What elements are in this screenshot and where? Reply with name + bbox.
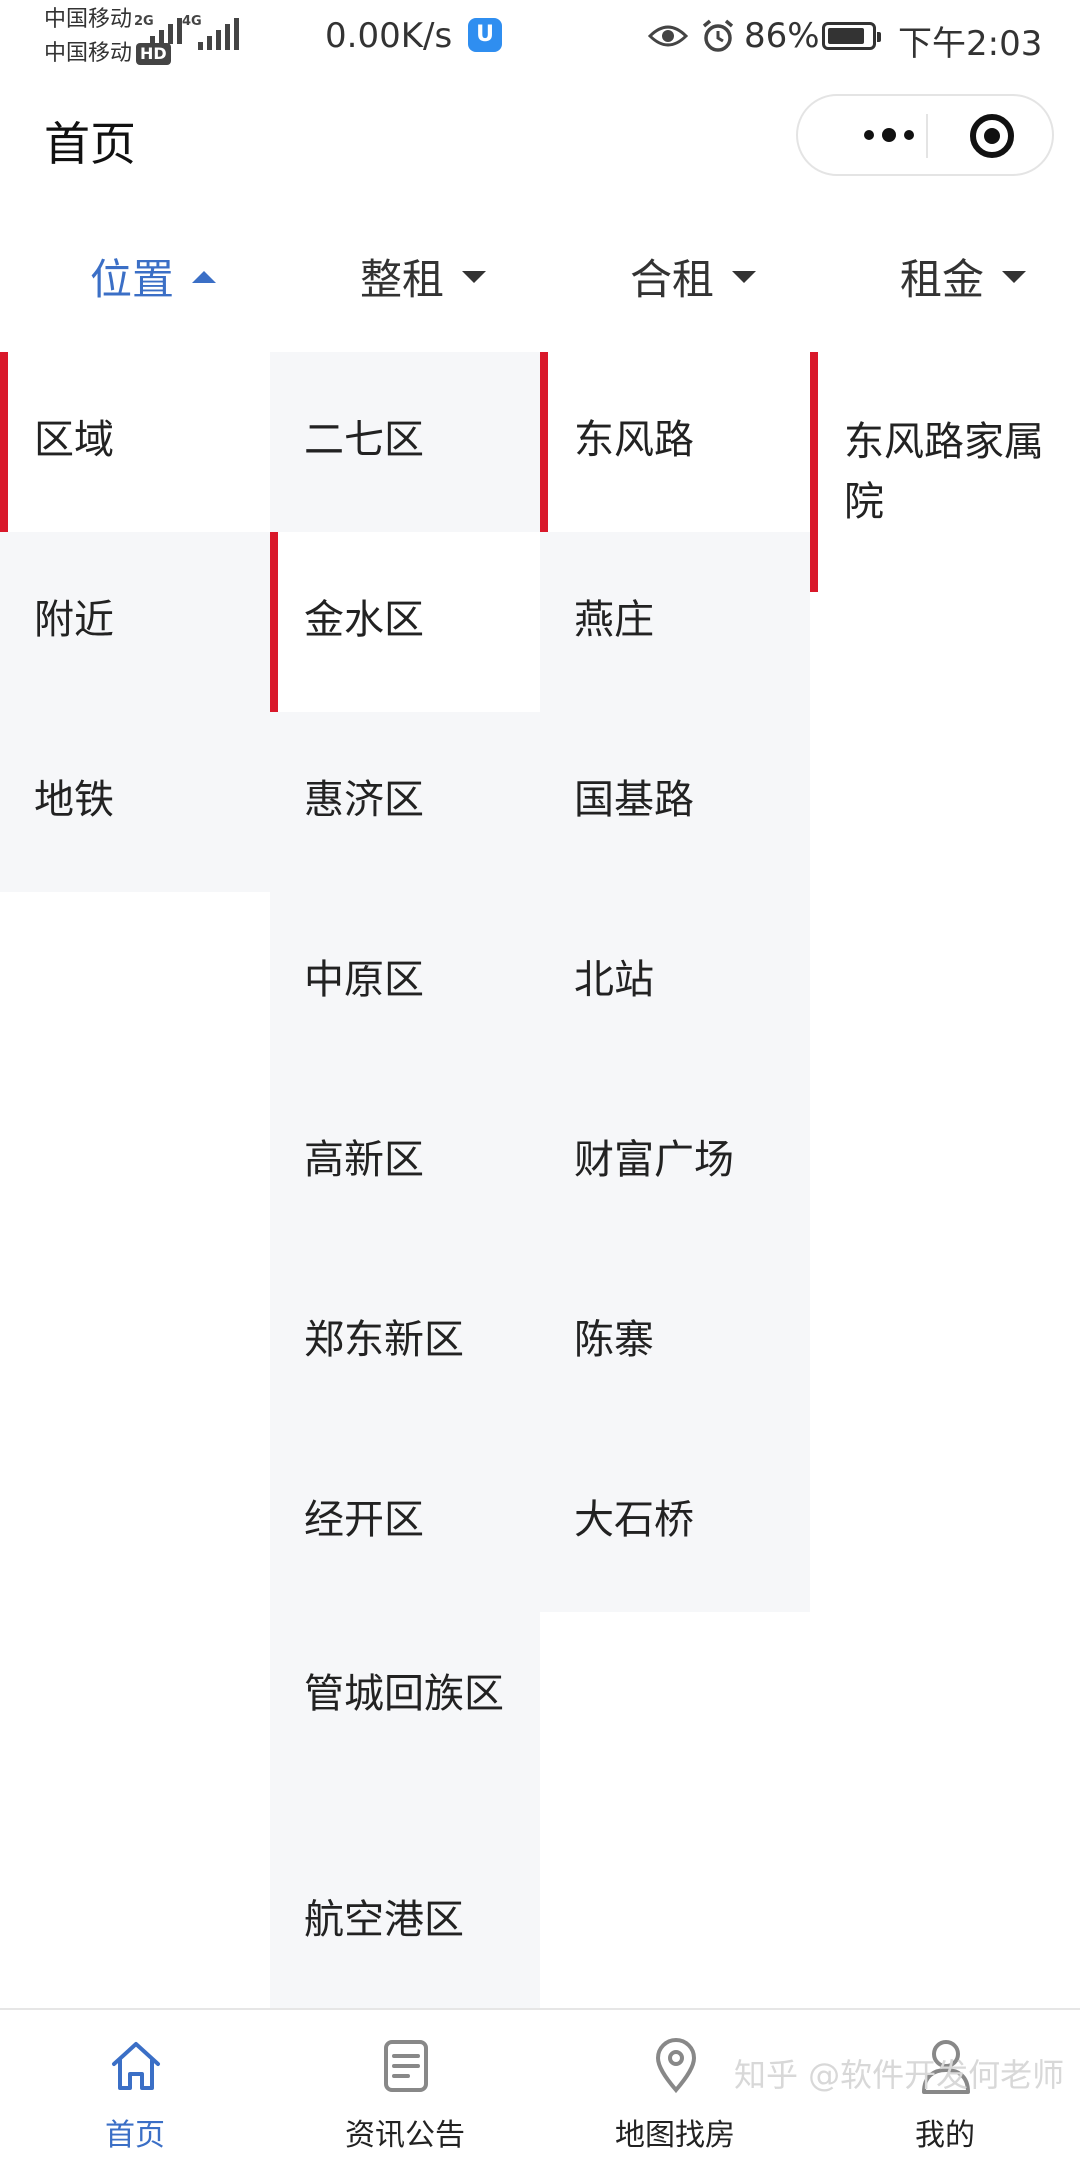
list-item[interactable]: 航空港区: [270, 1852, 540, 2032]
list-item[interactable]: 郑东新区: [270, 1252, 540, 1432]
signal-icon-2: 4G: [182, 14, 239, 50]
tab-news[interactable]: 资讯公告: [270, 2010, 540, 2160]
list-item[interactable]: 燕庄: [540, 532, 810, 712]
filter-label: 租金: [900, 255, 985, 304]
carrier-2: 中国移动 HD: [44, 40, 171, 68]
list-item[interactable]: 国基路: [540, 712, 810, 892]
watermark: 知乎 @软件开发何老师: [734, 2056, 1065, 2094]
district-list: 二七区 金水区 惠济区 中原区 高新区 郑东新区 经开区 管城回族区 航空港区: [270, 352, 540, 2032]
list-item[interactable]: 财富广场: [540, 1072, 810, 1252]
signal-icon-1: 2G: [134, 14, 182, 44]
list-item[interactable]: 高新区: [270, 1072, 540, 1252]
app-notification-icon: U: [468, 18, 502, 52]
list-item[interactable]: 惠济区: [270, 712, 540, 892]
map-pin-icon: [655, 2038, 697, 2094]
list-item-region[interactable]: 区域: [0, 352, 270, 532]
nav-bar: 首页: [0, 80, 1080, 196]
network-speed: 0.00K/s: [325, 16, 453, 56]
filter-label: 整租: [360, 255, 445, 304]
filter-location[interactable]: 位置: [90, 246, 217, 307]
clock: 下午2:03: [898, 24, 1043, 64]
carrier-1: 中国移动: [44, 7, 133, 32]
area-list: 东风路 燕庄 国基路 北站 财富广场 陈寨 大石桥: [540, 352, 810, 1612]
capsule-divider: [926, 114, 928, 158]
hd-badge: HD: [136, 43, 171, 65]
list-item[interactable]: 陈寨: [540, 1252, 810, 1432]
list-item[interactable]: 大石桥: [540, 1432, 810, 1612]
filter-bar: 位置 整租 合租 租金: [0, 196, 1080, 352]
tab-label: 地图找房: [615, 2118, 735, 2153]
filter-whole-rent[interactable]: 整租: [360, 246, 487, 307]
tab-label: 资讯公告: [345, 2118, 465, 2153]
filter-label: 合租: [630, 255, 715, 304]
home-icon: [112, 2042, 160, 2090]
list-item-nearby[interactable]: 附近: [0, 532, 270, 712]
status-bar: 中国移动 中国移动 HD 2G 4G 0.00K/s U 86% 下午2:03: [0, 0, 1080, 80]
tab-home[interactable]: 首页: [0, 2010, 270, 2160]
tab-label: 我的: [915, 2118, 975, 2153]
filter-label: 位置: [90, 255, 175, 304]
list-item[interactable]: 金水区: [270, 532, 540, 712]
caret-down-icon: [732, 270, 757, 283]
list-item[interactable]: 经开区: [270, 1432, 540, 1612]
list-item[interactable]: 管城回族区: [270, 1612, 540, 1852]
miniprogram-capsule: [796, 94, 1054, 176]
community-list: 东风路家属院: [810, 352, 1080, 592]
close-miniprogram-icon[interactable]: [970, 114, 1014, 158]
battery-percent: 86%: [744, 16, 820, 56]
location-type-list: 区域 附近 地铁: [0, 352, 270, 892]
list-item[interactable]: 中原区: [270, 892, 540, 1072]
list-item-subway[interactable]: 地铁: [0, 712, 270, 892]
list-item[interactable]: 二七区: [270, 352, 540, 532]
caret-down-icon: [462, 270, 487, 283]
filter-shared-rent[interactable]: 合租: [630, 246, 757, 307]
page-title: 首页: [44, 117, 136, 171]
list-item[interactable]: 东风路: [540, 352, 810, 532]
filter-price[interactable]: 租金: [900, 246, 1027, 307]
news-icon: [384, 2040, 428, 2092]
alarm-icon: [702, 19, 734, 52]
tab-label: 首页: [105, 2118, 165, 2153]
caret-down-icon: [1002, 270, 1027, 283]
eye-icon: [648, 25, 688, 47]
caret-up-icon: [192, 270, 217, 283]
list-item[interactable]: 北站: [540, 892, 810, 1072]
battery-icon: [822, 22, 881, 50]
list-item[interactable]: 东风路家属院: [810, 352, 1080, 592]
